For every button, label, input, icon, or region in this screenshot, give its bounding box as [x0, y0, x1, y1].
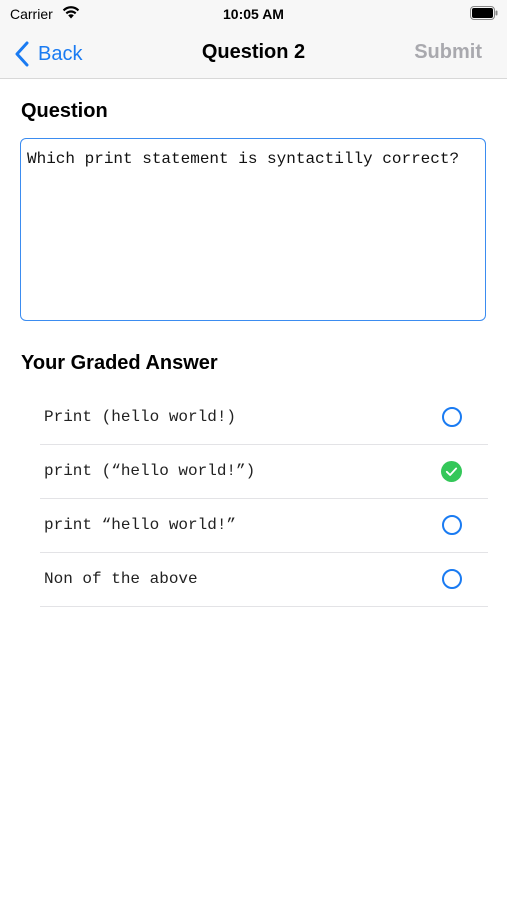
answer-option-text: print “hello world!”	[44, 516, 237, 534]
status-bar: Carrier 10:05 AM	[0, 0, 507, 30]
radio-unselected-icon[interactable]	[442, 569, 462, 589]
answer-option[interactable]: Non of the above	[40, 553, 488, 607]
answer-option-text: print (“hello world!”)	[44, 462, 256, 480]
battery-icon	[470, 6, 498, 20]
answer-option[interactable]: print (“hello world!”)	[40, 445, 488, 499]
question-heading: Question	[21, 100, 108, 122]
radio-unselected-icon[interactable]	[442, 515, 462, 535]
answer-option[interactable]: print “hello world!”	[40, 499, 488, 553]
navigation-bar: Back Question 2 Submit	[0, 30, 507, 79]
answer-list: Print (hello world!) print (“hello world…	[40, 391, 488, 607]
answer-option[interactable]: Print (hello world!)	[40, 391, 488, 445]
submit-button[interactable]: Submit	[414, 41, 482, 64]
radio-unselected-icon[interactable]	[442, 407, 462, 427]
answer-option-text: Non of the above	[44, 570, 198, 588]
answer-option-text: Print (hello world!)	[44, 408, 237, 426]
checkmark-circle-icon[interactable]	[441, 461, 462, 482]
clock-time: 10:05 AM	[223, 6, 284, 22]
question-text-area[interactable]: Which print statement is syntactilly cor…	[20, 138, 486, 321]
graded-answer-heading: Your Graded Answer	[21, 352, 218, 374]
